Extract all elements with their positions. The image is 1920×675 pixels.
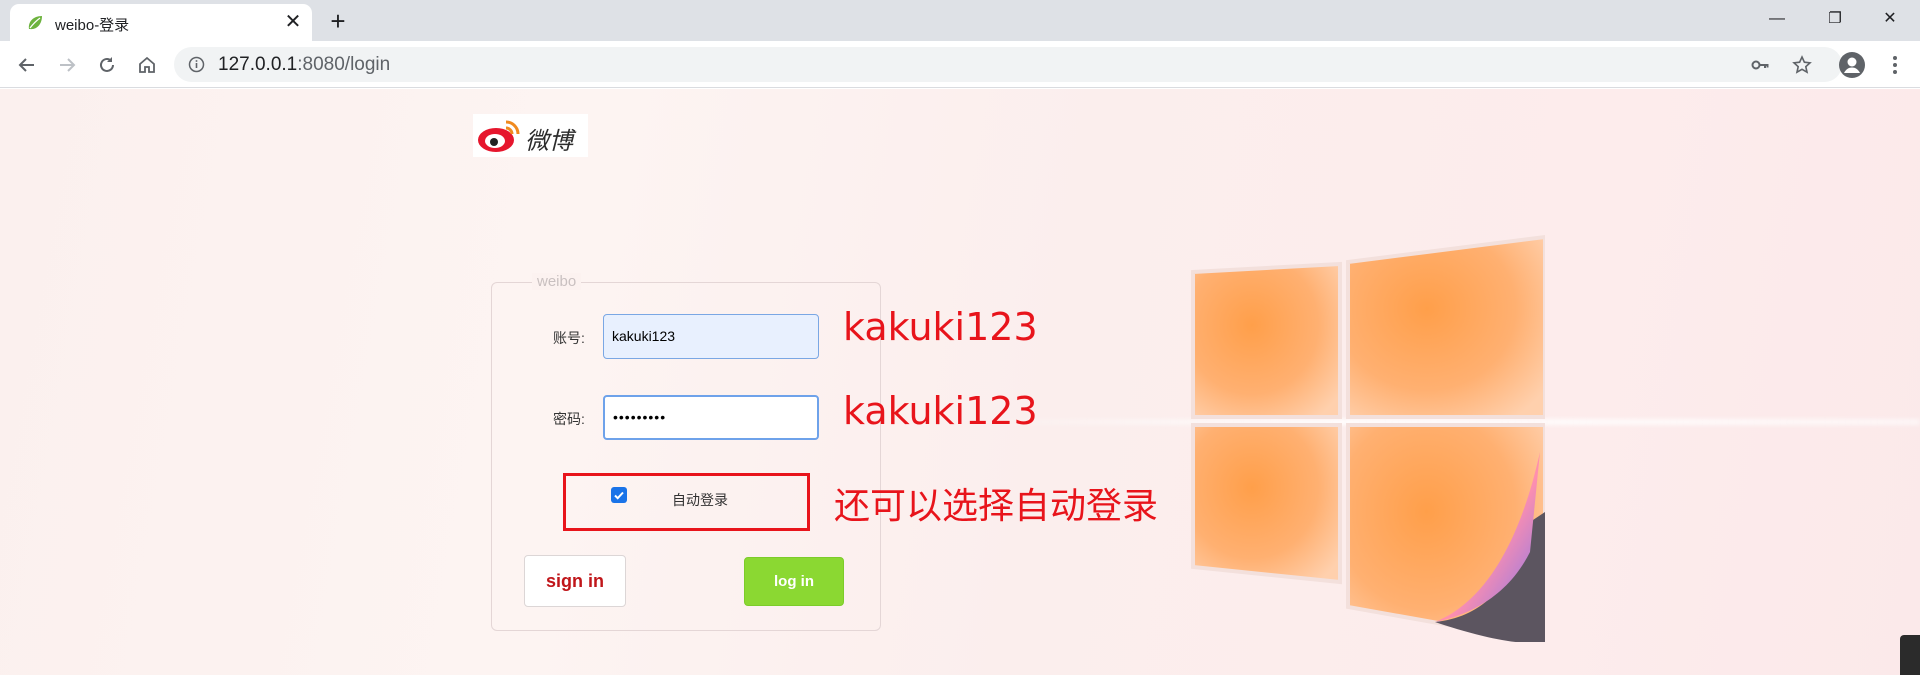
back-button[interactable] [12, 50, 42, 80]
reload-icon [100, 57, 114, 72]
tab-close-icon[interactable]: ✕ [280, 9, 306, 35]
log-in-button[interactable]: log in [744, 557, 844, 606]
back-icon [18, 58, 34, 72]
home-icon [139, 56, 155, 73]
username-input[interactable]: kakuki123 [603, 314, 819, 359]
menu-icon [1893, 56, 1897, 74]
url-path: :8080/login [297, 54, 391, 75]
check-icon [614, 491, 624, 500]
auto-login-label[interactable]: 自动登录 [672, 490, 728, 510]
sign-in-button[interactable]: sign in [524, 555, 626, 607]
restore-button[interactable]: ❐ [1805, 0, 1865, 37]
info-icon[interactable] [188, 56, 205, 73]
tab-strip: weibo-登录 ✕ + — ❐ ✕ [0, 0, 1920, 41]
menu-button[interactable] [1880, 50, 1910, 80]
browser-toolbar: 127.0.0.1:8080/login [0, 41, 1920, 88]
reload-button[interactable] [92, 50, 122, 80]
windows-logo-icon [1191, 234, 1545, 642]
username-label: 账号: [553, 330, 585, 346]
scrollbar-thumb[interactable] [1900, 635, 1920, 675]
fieldset-legend: weibo [532, 273, 582, 290]
username-annotation: kakuki123 [843, 305, 1038, 349]
address-bar[interactable]: 127.0.0.1:8080/login [174, 47, 1842, 82]
key-icon[interactable] [1749, 54, 1771, 76]
auto-login-checkbox[interactable] [611, 487, 627, 503]
forward-button[interactable] [52, 50, 82, 80]
profile-button[interactable] [1837, 50, 1867, 80]
home-button[interactable] [132, 50, 162, 80]
auto-login-annotation: 还可以选择自动登录 [834, 486, 1159, 527]
tab-title: weibo-登录 [55, 17, 130, 34]
close-window-button[interactable]: ✕ [1860, 0, 1920, 37]
password-label: 密码: [553, 411, 585, 427]
profile-icon [1839, 52, 1865, 78]
url-text: 127.0.0.1:8080/login [218, 54, 390, 76]
login-page: 微博 weibo 账号: kakuki123 密码: ••••••••• kak… [0, 89, 1920, 675]
new-tab-button[interactable]: + [323, 6, 353, 36]
spring-leaf-icon [28, 16, 42, 30]
password-input[interactable]: ••••••••• [603, 395, 819, 440]
weibo-logo: 微博 [473, 114, 588, 157]
url-host: 127.0.0.1 [218, 54, 298, 75]
star-icon[interactable] [1791, 54, 1813, 76]
forward-icon [60, 58, 76, 72]
tab-weibo-login[interactable]: weibo-登录 ✕ [10, 4, 312, 41]
weibo-logo-text: 微博 [525, 127, 573, 155]
minimize-button[interactable]: — [1747, 0, 1807, 37]
password-annotation: kakuki123 [843, 389, 1038, 433]
weibo-logo-icon [478, 120, 520, 152]
